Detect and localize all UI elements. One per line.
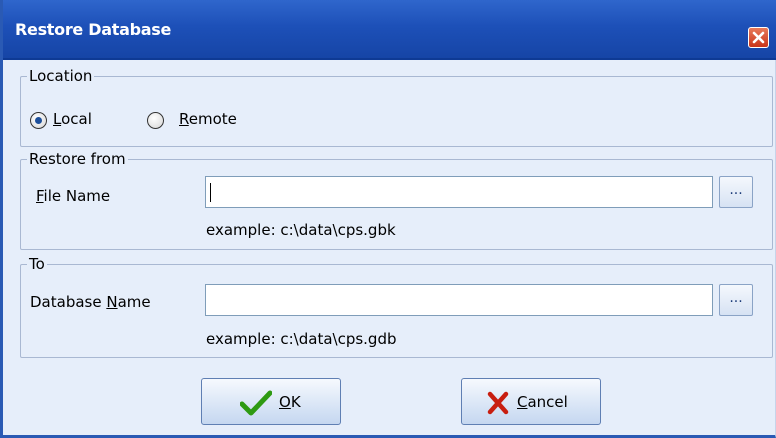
remote-radio-label[interactable]: Remote [179,110,237,128]
location-group: Location [20,67,773,147]
x-icon [487,391,509,415]
file-name-hint: example: c:\data\cps.gbk [206,221,396,239]
restore-from-legend: Restore from [29,150,126,168]
file-name-field[interactable] [206,177,712,207]
ok-button-label: OK [279,393,301,411]
checkmark-icon [240,390,272,416]
file-name-label: File Name [36,187,111,205]
local-radio-label[interactable]: Local [53,110,92,128]
restore-database-dialog: Restore Database Location Local Remote R… [0,0,776,438]
cancel-button-label: Cancel [517,393,568,411]
database-name-input[interactable] [205,284,713,316]
close-icon [752,31,765,44]
browse-database-button[interactable]: ... [719,284,753,316]
radio-selected-dot [35,117,42,124]
ok-button[interactable]: OK [201,378,341,425]
database-name-field[interactable] [206,285,712,315]
title-bar[interactable]: Restore Database [3,0,776,60]
local-radio[interactable] [30,112,47,129]
file-name-input[interactable] [205,176,713,208]
location-legend: Location [29,67,93,85]
database-name-label: Database Name [30,293,151,311]
close-button[interactable] [748,27,769,48]
database-name-hint: example: c:\data\cps.gdb [206,330,397,348]
cancel-button[interactable]: Cancel [461,378,601,425]
window-title: Restore Database [15,20,171,39]
remote-radio[interactable] [147,112,164,129]
browse-file-button[interactable]: ... [719,176,753,208]
to-legend: To [29,255,45,273]
